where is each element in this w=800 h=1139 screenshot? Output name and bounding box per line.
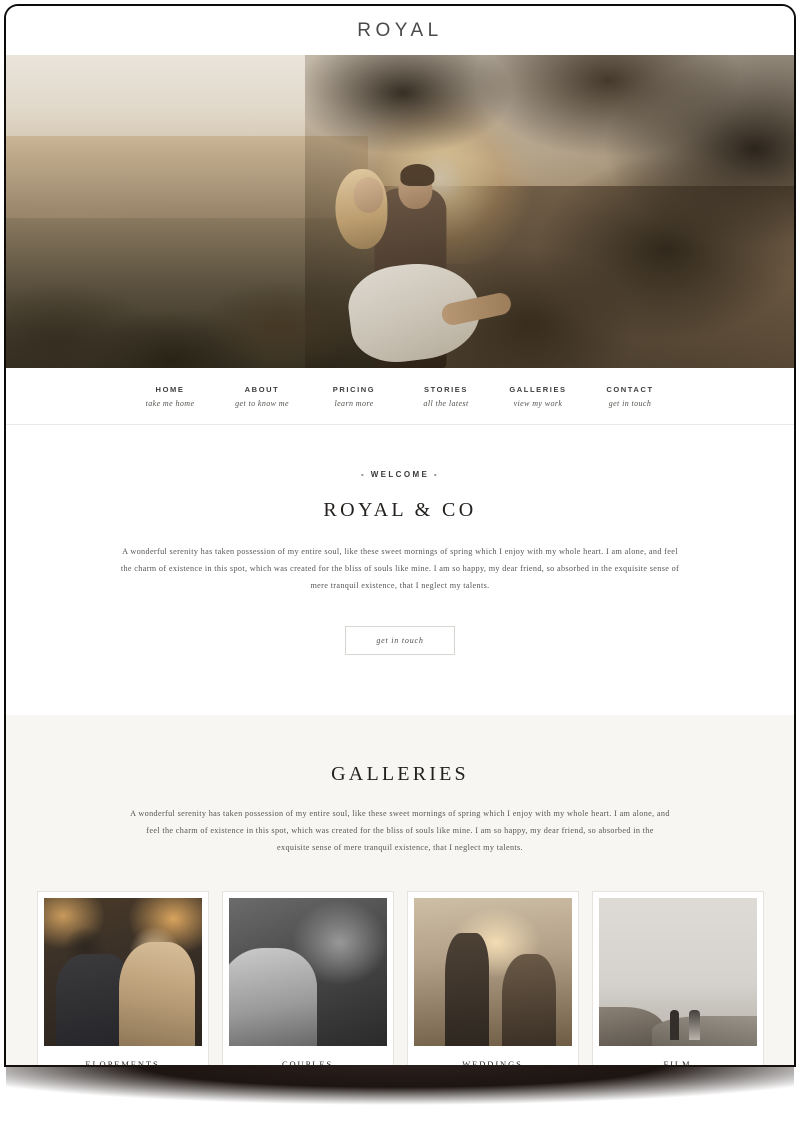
gallery-caption: FILM (663, 1058, 692, 1065)
gallery-caption: ELOPEMENTS (85, 1058, 160, 1065)
film-couple-figures (668, 1004, 702, 1040)
welcome-title: ROYAL & CO (323, 499, 477, 521)
nav-sublabel: learn more (334, 398, 374, 408)
page-shadow (6, 1065, 794, 1105)
get-in-touch-button[interactable]: get in touch (345, 626, 455, 656)
gallery-caption: COUPLES (281, 1058, 334, 1065)
hero-photo (6, 55, 794, 368)
gallery-caption: WEDDINGS (462, 1058, 523, 1065)
galleries-title: GALLERIES (331, 763, 469, 786)
nav-item-pricing[interactable]: PRICING learn more (308, 385, 400, 408)
galleries-body: A wonderful serenity has taken possessio… (130, 809, 670, 853)
nav-item-about[interactable]: ABOUT get to know me (216, 385, 308, 408)
nav-item-galleries[interactable]: GALLERIES view my work (492, 385, 584, 408)
browser-canvas: ROYAL HOME take me home ABOUT get to kno… (0, 0, 800, 1139)
gallery-thumbnail (43, 897, 202, 1046)
gallery-thumbnail (413, 897, 572, 1046)
nav-label: CONTACT (606, 384, 654, 394)
nav-item-contact[interactable]: CONTACT get in touch (584, 385, 676, 408)
couples-photo (228, 897, 387, 1046)
nav-sublabel: all the latest (423, 398, 469, 408)
gallery-card-weddings[interactable]: WEDDINGS (406, 890, 579, 1065)
film-photo (598, 897, 757, 1046)
website-page: ROYAL HOME take me home ABOUT get to kno… (6, 6, 794, 1065)
elopements-photo (43, 897, 202, 1046)
gallery-thumbnail (598, 897, 757, 1046)
nav-sublabel: get in touch (608, 398, 652, 408)
nav-label: HOME (155, 384, 185, 394)
gallery-card-film[interactable]: FILM (591, 890, 764, 1065)
welcome-eyebrow: - WELCOME - (361, 470, 439, 479)
welcome-body: A wonderful serenity has taken possessio… (120, 547, 680, 590)
nav-item-home[interactable]: HOME take me home (124, 385, 216, 408)
weddings-photo (413, 897, 572, 1046)
site-header: ROYAL (6, 6, 794, 55)
nav-label: PRICING (332, 384, 376, 394)
figure-left (670, 1009, 680, 1040)
main-navigation: HOME take me home ABOUT get to know me P… (6, 368, 794, 425)
gallery-thumbnail (228, 897, 387, 1046)
galleries-section: GALLERIES A wonderful serenity has taken… (6, 715, 794, 1065)
figure-right (689, 1009, 701, 1040)
gallery-card-elopements[interactable]: ELOPEMENTS (36, 890, 209, 1065)
hero-banner (6, 55, 794, 368)
welcome-section: - WELCOME - ROYAL & CO A wonderful seren… (6, 425, 794, 716)
gallery-grid: ELOPEMENTS COUPLES WEDDINGS FILM (6, 890, 794, 1065)
gallery-card-couples[interactable]: COUPLES (221, 890, 394, 1065)
nav-sublabel: view my work (513, 398, 563, 408)
hero-overlay (6, 55, 794, 368)
nav-label: STORIES (424, 384, 468, 394)
nav-sublabel: take me home (145, 398, 195, 408)
nav-label: GALLERIES (509, 384, 567, 394)
nav-item-stories[interactable]: STORIES all the latest (400, 385, 492, 408)
nav-label: ABOUT (244, 384, 280, 394)
nav-sublabel: get to know me (235, 398, 289, 408)
brand-logo[interactable]: ROYAL (357, 20, 443, 42)
